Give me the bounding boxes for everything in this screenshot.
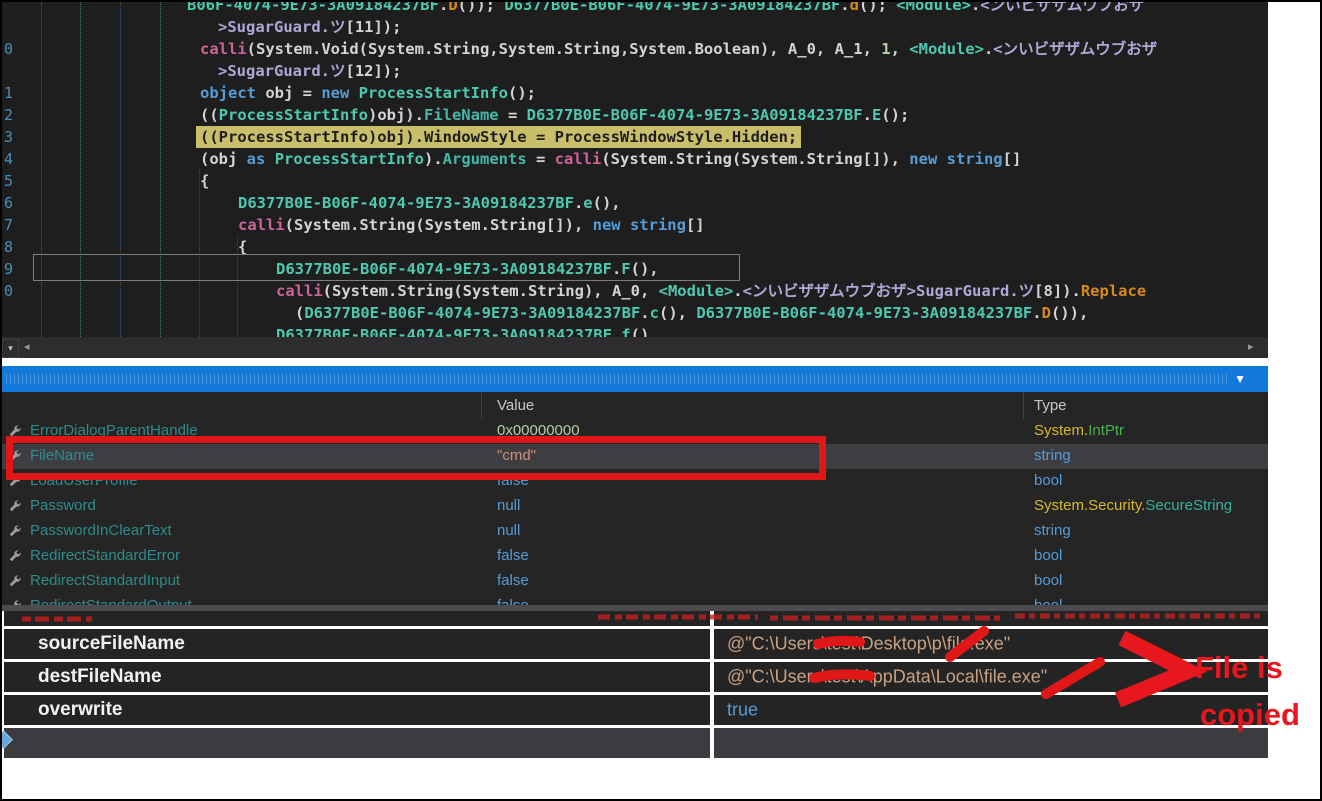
property-type: bool [1034,547,1062,564]
code-line: calli(System.String(System.String), A_0,… [276,280,1146,302]
property-name: PasswordInClearText [30,522,172,539]
property-wrench-icon [8,574,22,588]
annotation-file-is: File is [1195,650,1283,686]
locals-row-PasswordInClearText[interactable]: PasswordInClearText null string [0,519,1268,545]
variable-value: true [727,700,758,721]
decompiled-code-panel: B06F-4074-9E73-3A09184237BF.D()); D6377B… [0,0,1268,337]
property-name: RedirectStandardOutput [30,597,192,605]
line-number: 4 [4,148,13,170]
code-line: object obj = new ProcessStartInfo(); [200,82,536,104]
locals-row-RedirectStandardError[interactable]: RedirectStandardError false bool [0,544,1268,570]
code-line: D6377B0E-B06F-4074-9E73-3A09184237BF.f() [276,324,649,337]
line-number: 5 [4,170,13,192]
code-line: calli(System.String(System.String[]), ne… [238,214,705,236]
annotation-copied: copied [1200,697,1300,733]
property-type: string [1034,447,1071,464]
property-type: string [1034,522,1071,539]
locals-row-RedirectStandardInput[interactable]: RedirectStandardInput false bool [0,569,1268,595]
code-line: D6377B0E-B06F-4074-9E73-3A09184237BF.e()… [238,192,621,214]
code-line: B06F-4074-9E73-3A09184237BF.D()); D6377B… [187,0,1144,16]
code-line: calli(System.Void(System.String,System.S… [200,38,1157,60]
property-type: bool [1034,572,1062,589]
clipped-row [0,611,1268,626]
indent-guide [41,0,42,337]
debugger-screenshot: B06F-4074-9E73-3A09184237BF.D()); D6377B… [0,0,1322,801]
empty-locals-row[interactable] [0,728,1268,758]
variable-name: destFileName [38,666,162,688]
property-value: false [497,597,529,605]
line-number: 1 [4,82,13,104]
property-type: bool [1034,472,1062,489]
locals-row-RedirectStandardOutput[interactable]: RedirectStandardOutput false bool [0,594,1268,605]
line-number: 2 [4,104,13,126]
bottom-row-sourceFileName[interactable]: sourceFileName @"C:\Users\test\Desktop\p\… [0,629,1268,659]
code-line: (obj as ProcessStartInfo).Arguments = ca… [200,148,1021,170]
property-value: null [497,522,520,539]
line-number: 0 [4,280,13,302]
line-number: 8 [4,236,13,258]
code-line: >SugarGuard.ツ[12]); [218,60,401,82]
variable-value: @"C:\Users\test\AppData\Local\file.exe" [727,667,1047,688]
line-number: 7 [4,214,13,236]
table-header-row: Value Type [0,392,1268,420]
property-type: System.IntPtr [1034,422,1124,439]
property-wrench-icon [8,549,22,563]
variable-name: sourceFileName [38,633,185,655]
code-line: { [200,170,209,192]
code-line: (D6377B0E-B06F-4074-9E73-3A09184237BF.c(… [295,302,1088,324]
property-value: false [497,572,529,589]
code-line: ((ProcessStartInfo)obj).WindowStyle = Pr… [196,126,801,148]
bottom-row-overwrite[interactable]: overwrite true [0,695,1268,725]
variable-name: overwrite [38,699,122,721]
selection-pattern [6,374,1228,384]
line-number: 0 [4,38,13,60]
bottom-locals-panel: sourceFileName @"C:\Users\test\Desktop\p\… [0,611,1268,761]
line-number: 3 [4,126,13,148]
property-value: false [497,547,529,564]
property-wrench-icon [8,499,22,513]
code-horizontal-scrollbar[interactable]: ▾ ◂ ▸ [0,337,1268,358]
locals-row-Password[interactable]: Password null System.Security.SecureString [0,494,1268,520]
property-value: null [497,497,520,514]
scroll-left-arrow-icon[interactable]: ◂ [24,340,30,355]
property-type: System.Security.SecureString [1034,497,1232,514]
property-name: RedirectStandardError [30,547,180,564]
scrollbar-dropdown-button[interactable]: ▾ [2,339,19,358]
indent-guide [120,0,121,337]
property-name: RedirectStandardInput [30,572,180,589]
indent-guide [160,0,161,337]
properties-table: Value Type ErrorDialogParentHandle0x0000… [0,392,1268,605]
property-wrench-icon [8,524,22,538]
code-line: >SugarGuard.ツ[11]); [218,16,401,38]
code-line: ((ProcessStartInfo)obj).FileName = D6377… [200,104,909,126]
scroll-right-arrow-icon[interactable]: ▸ [1248,340,1254,355]
red-annotation-box-filename [6,436,826,480]
bottom-row-destFileName[interactable]: destFileName @"C:\Users\test\AppData\Loca… [0,662,1268,692]
chevron-down-icon[interactable]: ▼ [1234,372,1246,386]
current-statement-box [33,254,740,281]
selected-object-row[interactable]: ▼ [0,366,1268,392]
variable-value: @"C:\Users\test\Desktop\p\file.exe" [727,634,1010,655]
line-number: 9 [4,258,13,280]
indent-guide [80,0,81,337]
column-header-value[interactable]: Value [497,397,534,414]
line-number: 6 [4,192,13,214]
property-type: bool [1034,597,1062,605]
property-name: Password [30,497,96,514]
column-header-type[interactable]: Type [1034,397,1067,414]
